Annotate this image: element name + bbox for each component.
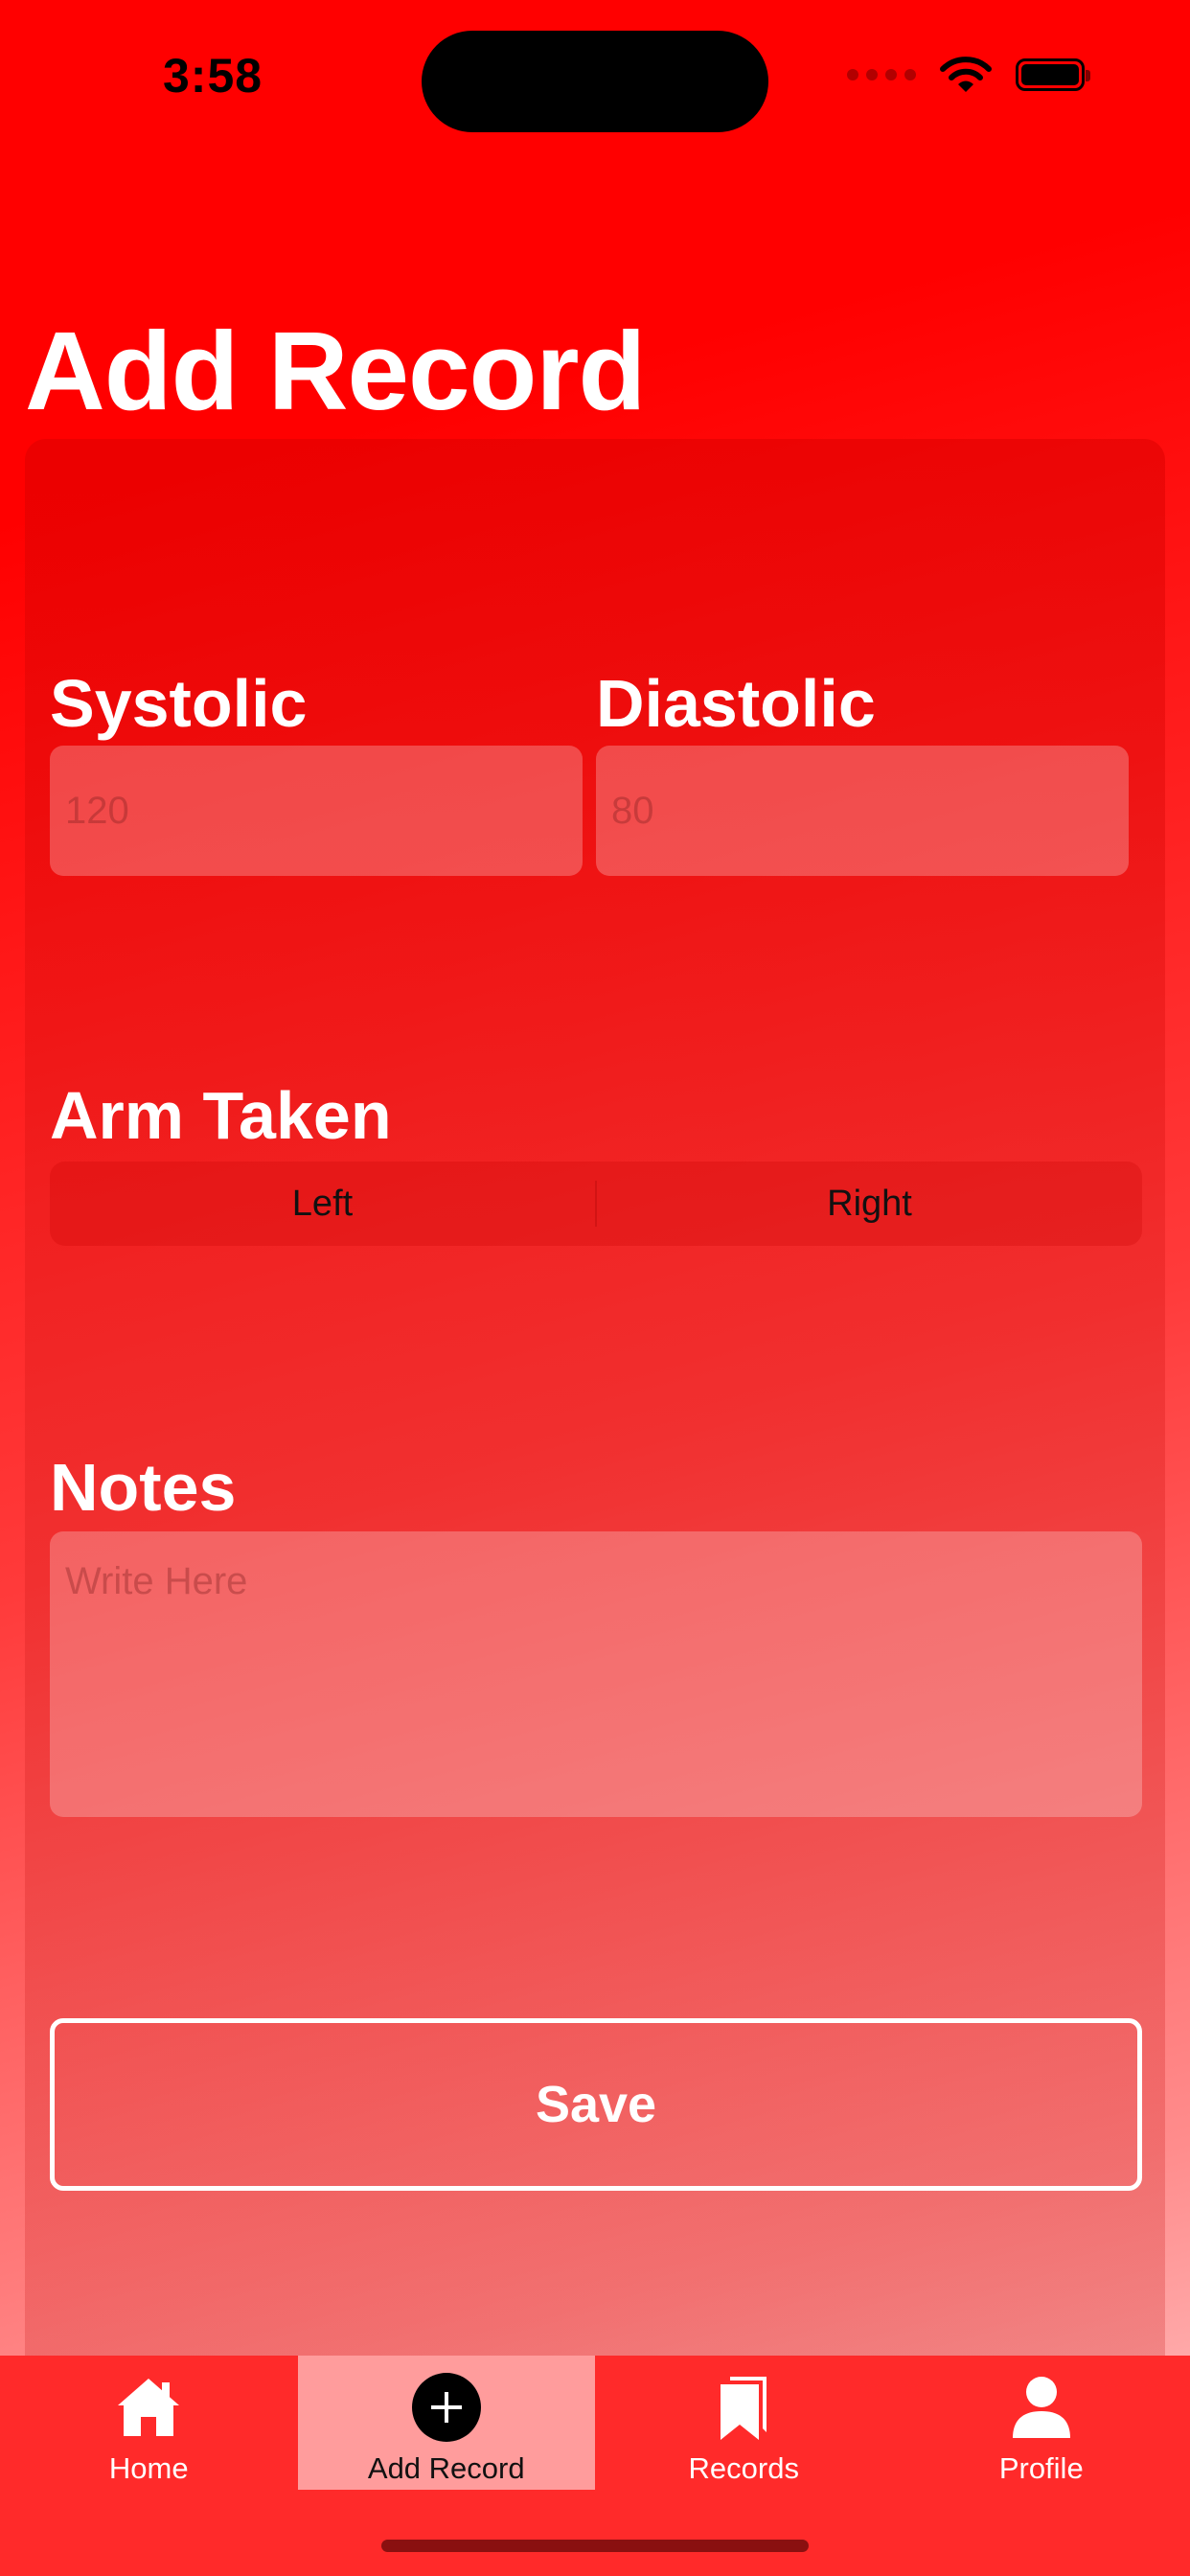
systolic-label: Systolic (50, 666, 308, 741)
tab-home[interactable]: Home (0, 2356, 298, 2490)
notes-label: Notes (50, 1450, 237, 1525)
arm-taken-segmented-control: Left Right (50, 1162, 1142, 1246)
notes-textarea[interactable] (50, 1531, 1142, 1817)
tab-home-label: Home (108, 2451, 189, 2485)
person-icon (1012, 2377, 1070, 2438)
tab-records[interactable]: Records (595, 2356, 893, 2490)
status-icons (847, 56, 1090, 94)
tab-profile[interactable]: Profile (893, 2356, 1190, 2490)
arm-taken-label: Arm Taken (50, 1078, 392, 1153)
segment-left[interactable]: Left (50, 1162, 595, 1246)
bookmarks-icon (721, 2377, 767, 2440)
home-icon (118, 2379, 180, 2436)
plus-circle-icon (411, 2373, 481, 2442)
page-title: Add Record (25, 309, 646, 433)
tab-add-record-label: Add Record (367, 2451, 525, 2485)
diastolic-label: Diastolic (596, 666, 876, 741)
diastolic-input[interactable] (596, 746, 1129, 876)
status-time: 3:58 (163, 49, 263, 103)
tab-profile-label: Profile (998, 2451, 1084, 2485)
status-bar: 3:58 (0, 0, 1190, 153)
tab-add-record[interactable]: Add Record (297, 2356, 595, 2490)
wifi-icon (940, 57, 992, 92)
dynamic-island (422, 31, 768, 132)
battery-icon (1016, 58, 1090, 91)
segment-right[interactable]: Right (597, 1162, 1142, 1246)
tab-records-label: Records (688, 2451, 799, 2485)
home-indicator (381, 2540, 809, 2552)
cellular-signal-icon (847, 69, 916, 80)
systolic-input[interactable] (50, 746, 583, 876)
save-button[interactable]: Save (50, 2018, 1142, 2191)
